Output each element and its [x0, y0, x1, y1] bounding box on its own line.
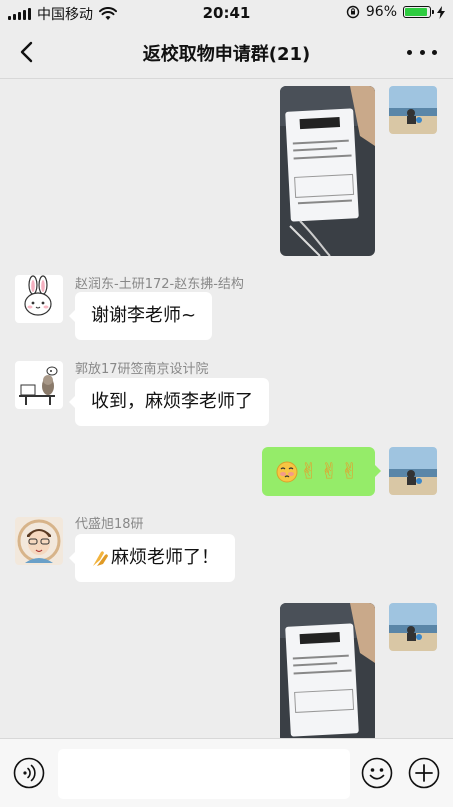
sender-name: 代盛旭18研	[75, 517, 144, 532]
my-avatar[interactable]	[389, 447, 437, 495]
shipping-label-photo	[280, 86, 375, 256]
my-avatar[interactable]	[389, 603, 437, 651]
message-bubble[interactable]: ✌✌✌	[261, 447, 382, 496]
plus-icon[interactable]	[408, 757, 440, 789]
image-message[interactable]	[280, 86, 375, 256]
emoji-icon[interactable]	[361, 757, 393, 789]
message-text: 麻烦老师了！	[111, 547, 219, 568]
image-message[interactable]	[280, 603, 375, 738]
orientation-lock-icon	[346, 5, 360, 19]
message-bubble[interactable]: 麻烦老师了！	[69, 534, 235, 582]
message-input[interactable]	[58, 749, 350, 799]
battery-percent: 96%	[365, 4, 397, 20]
message-text: 谢谢李老师~	[91, 305, 197, 326]
shipping-label-photo	[280, 603, 375, 738]
message-text: ✌✌✌	[299, 459, 361, 485]
chat-title: 返校取物申请群(21)	[142, 44, 311, 65]
input-bar	[0, 738, 453, 807]
charging-icon	[437, 5, 445, 19]
avatar-guo[interactable]	[15, 361, 63, 409]
voice-icon[interactable]	[13, 757, 45, 789]
status-right: 96%	[346, 4, 445, 20]
more-button[interactable]	[407, 40, 437, 64]
status-bar: 中国移动 20:41 96%	[0, 0, 453, 26]
message-text: 收到，麻烦李老师了	[91, 391, 253, 412]
my-avatar[interactable]	[389, 86, 437, 134]
praying-hands-emoji-icon	[93, 551, 108, 566]
sender-name: 郭放17研签南京设计院	[75, 362, 209, 377]
message-bubble[interactable]: 收到，麻烦李老师了	[69, 378, 269, 426]
more-dots-icon	[407, 49, 412, 55]
battery-icon	[403, 6, 434, 18]
sender-name: 赵润东-土研172-赵东拂-结构	[75, 277, 244, 292]
nav-bar: 返校取物申请群(21)	[0, 26, 453, 79]
shy-face-emoji-icon	[276, 461, 298, 483]
avatar-dai[interactable]	[15, 517, 63, 565]
avatar-zhao[interactable]	[15, 275, 63, 323]
chat-area[interactable]: 赵润东-土研172-赵东拂-结构 谢谢李老师~ 郭放17研签南京设计院 收到，麻…	[0, 79, 453, 738]
message-bubble[interactable]: 谢谢李老师~	[68, 292, 213, 340]
